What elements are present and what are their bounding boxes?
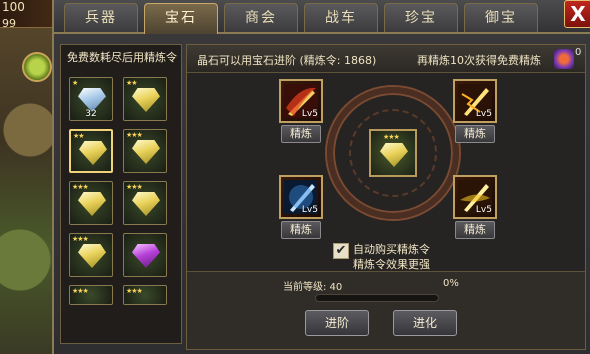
gem-slot[interactable] (123, 233, 167, 277)
material-slot-bottom-left[interactable]: Lv5 (279, 175, 323, 219)
yellow-gem-icon (79, 141, 107, 165)
material-level: Lv5 (475, 109, 492, 119)
yellow-gem-icon (78, 244, 106, 268)
tab-imperial[interactable]: 御宝 (464, 3, 538, 32)
progress-percent: 0% (443, 278, 459, 289)
gem-stars: ★★★ (126, 131, 143, 139)
material-level: Lv5 (301, 109, 318, 119)
material-slot-top-left[interactable]: Lv5 (279, 79, 323, 123)
gem-stars: ★★ (126, 79, 138, 87)
token-count: 0 (575, 47, 582, 58)
center-gem-icon (380, 143, 408, 167)
gem-slot[interactable]: ★★★ (123, 285, 167, 305)
gem-stars: ★★★ (126, 183, 143, 191)
advance-button[interactable]: 进阶 (305, 310, 369, 336)
material-level: Lv5 (475, 205, 492, 215)
tab-bar: 兵器 宝石 商会 战车 珍宝 御宝 X (54, 0, 590, 34)
gem-stars: ★★★ (72, 287, 89, 295)
refine-panel: 晶石可以用宝石进阶 (精炼令: 1868) 再精炼10次获得免费精炼 0 ★★★… (186, 44, 586, 350)
gem-stars: ★★ (73, 132, 85, 140)
gem-slot[interactable]: ★★★ (69, 285, 113, 305)
refine-button-top-left[interactable]: 精炼 (281, 125, 321, 143)
gem-stars: ★ (72, 79, 78, 87)
refine-token-icon[interactable] (554, 49, 574, 69)
gem-stars: ★★★ (72, 235, 89, 243)
current-level: 当前等级: 40 (283, 282, 343, 293)
refine-button-top-right[interactable]: 精炼 (455, 125, 495, 143)
gem-slot[interactable]: ★★★ (69, 181, 113, 225)
refine-button-bottom-left[interactable]: 精炼 (281, 221, 321, 239)
refine-button-bottom-right[interactable]: 精炼 (455, 221, 495, 239)
gem-slot[interactable]: ★★★ (123, 181, 167, 225)
evolve-button[interactable]: 进化 (393, 310, 457, 336)
info-bar: 晶石可以用宝石进阶 (精炼令: 1868) 再精炼10次获得免费精炼 0 (187, 45, 585, 73)
yellow-gem-icon (78, 192, 106, 216)
gem-slot[interactable]: ★★★ (69, 233, 113, 277)
gem-stars: ★★★ (72, 183, 89, 191)
gem-slot[interactable]: ★ 32 (69, 77, 113, 121)
map-badge-icon[interactable] (22, 52, 52, 82)
free-refine-info: 再精炼10次获得免费精炼 (417, 54, 541, 67)
tab-chariot[interactable]: 战车 (304, 3, 378, 32)
gem-list-panel: 免费数耗尽后用精炼令 ★ 32 ★★ ★★ ★★★ ★★★ ★★★ ★★★ ★★★ ★★★ (60, 44, 182, 344)
stat-second: 99 (2, 17, 16, 30)
gem-slot[interactable]: ★★ (69, 129, 113, 173)
yellow-gem-icon (132, 140, 160, 164)
material-level: Lv5 (301, 205, 318, 215)
center-gem-slot[interactable]: ★★★ (369, 129, 417, 177)
gem-stars: ★★★ (126, 287, 143, 295)
gem-slot[interactable]: ★★ (123, 77, 167, 121)
purple-gem-icon (132, 244, 160, 268)
tab-treasure[interactable]: 珍宝 (384, 3, 458, 32)
gem-count: 32 (85, 109, 97, 119)
close-button[interactable]: X (564, 0, 590, 28)
progress-area: 当前等级: 40 0% 进阶 进化 (187, 271, 585, 349)
material-slot-bottom-right[interactable]: Lv5 (453, 175, 497, 219)
auto-buy-hint: 精炼令效果更强 (353, 258, 430, 271)
material-slot-top-right[interactable]: Lv5 (453, 79, 497, 123)
yellow-gem-icon (132, 88, 160, 112)
auto-buy-checkbox[interactable]: ✔ (333, 243, 349, 259)
refine-token-info: 晶石可以用宝石进阶 (精炼令: 1868) (197, 54, 377, 67)
tab-guild[interactable]: 商会 (224, 3, 298, 32)
stat-top: 100 (2, 0, 25, 14)
gem-slot[interactable]: ★★★ (123, 129, 167, 173)
gem-list-title: 免费数耗尽后用精炼令 (67, 51, 177, 64)
yellow-gem-icon (132, 192, 160, 216)
center-gem-stars: ★★★ (383, 133, 400, 141)
tab-gems[interactable]: 宝石 (144, 3, 218, 34)
progress-bar (315, 294, 439, 302)
auto-buy-label: 自动购买精炼令 (353, 243, 430, 256)
tab-weapons[interactable]: 兵器 (64, 3, 138, 32)
